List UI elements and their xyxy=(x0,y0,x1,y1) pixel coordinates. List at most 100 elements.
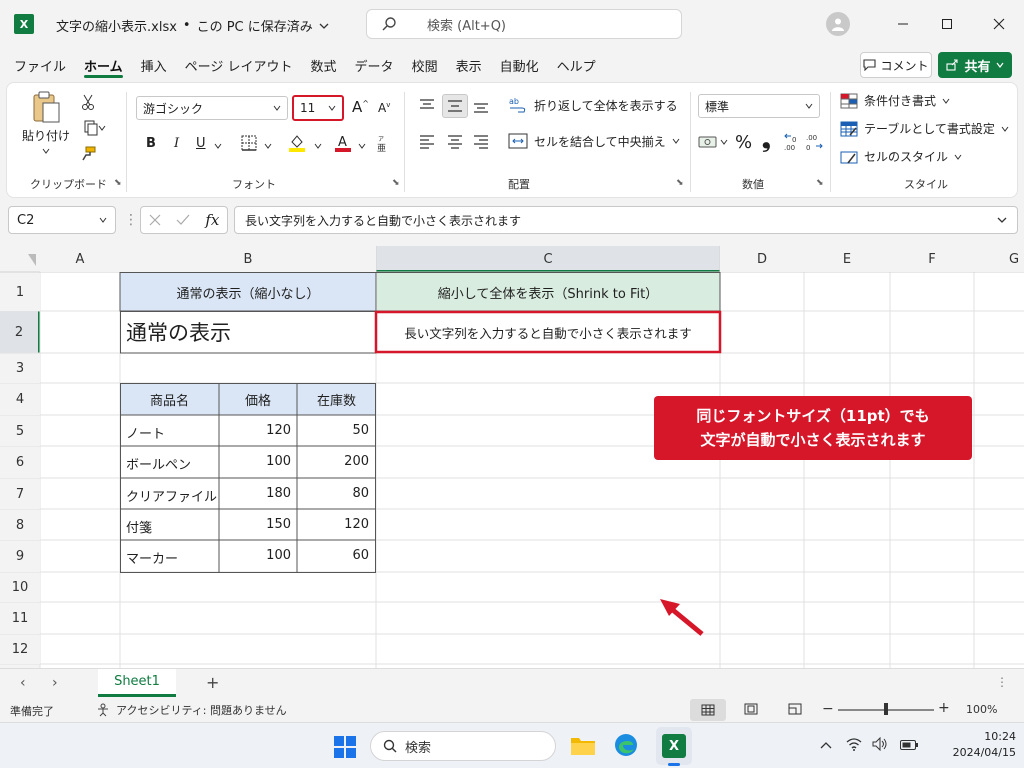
table-cell-stock[interactable]: 120 xyxy=(297,517,369,532)
table-cell-price[interactable]: 100 xyxy=(219,548,291,563)
comma-style-button[interactable]: ❟ xyxy=(762,128,771,153)
clipboard-dialog-launcher[interactable]: ⬊ xyxy=(114,178,122,188)
name-box[interactable]: C2 xyxy=(8,206,116,234)
add-sheet-button[interactable]: + xyxy=(206,673,219,692)
font-name-select[interactable]: 游ゴシック xyxy=(136,96,288,120)
table-cell-stock[interactable]: 50 xyxy=(297,423,369,438)
file-explorer-button[interactable] xyxy=(570,734,596,759)
row-header-3[interactable]: 3 xyxy=(0,354,40,383)
insert-function-button[interactable]: fx xyxy=(205,211,219,229)
decrease-decimal-button[interactable]: .00 0 xyxy=(806,132,824,155)
number-format-select[interactable]: 標準 xyxy=(698,94,820,118)
format-painter-button[interactable] xyxy=(78,144,98,164)
battery-icon[interactable] xyxy=(900,739,918,753)
row-header-10[interactable]: 10 xyxy=(0,573,40,602)
tab-review[interactable]: 校閲 xyxy=(412,50,438,80)
tab-formulas[interactable]: 数式 xyxy=(311,50,337,80)
bold-button[interactable]: B xyxy=(146,136,156,151)
cell-b2[interactable]: 通常の表示 xyxy=(126,318,374,348)
align-center-button[interactable] xyxy=(446,134,464,153)
maximize-button[interactable] xyxy=(932,14,962,34)
cell-c1[interactable]: 縮小して全体を表示（Shrink to Fit） xyxy=(376,273,720,311)
italic-button[interactable]: I xyxy=(174,136,179,151)
row-header-1[interactable]: 1 xyxy=(0,273,40,311)
cut-button[interactable] xyxy=(78,92,98,112)
table-cell-stock[interactable]: 60 xyxy=(297,548,369,563)
table-cell-price[interactable]: 150 xyxy=(219,517,291,532)
format-as-table-button[interactable]: テーブルとして書式設定 xyxy=(840,120,1009,137)
grow-font-button[interactable]: A^ xyxy=(352,98,369,116)
wifi-icon[interactable] xyxy=(846,737,862,754)
table-cell-name[interactable]: ノート xyxy=(126,423,165,442)
table-header-name[interactable]: 商品名 xyxy=(120,384,219,415)
table-cell-price[interactable]: 180 xyxy=(219,486,291,501)
account-avatar[interactable] xyxy=(826,12,850,36)
cell-styles-button[interactable]: セルのスタイル xyxy=(840,148,962,165)
row-header-5[interactable]: 5 xyxy=(0,416,40,446)
sheet-options-icon[interactable]: ⋮ xyxy=(996,675,1008,689)
cancel-edit-icon[interactable] xyxy=(149,214,161,226)
zoom-slider-thumb[interactable] xyxy=(884,703,888,715)
fill-color-button[interactable] xyxy=(288,133,306,156)
page-break-view-button[interactable] xyxy=(788,703,802,718)
start-button[interactable] xyxy=(334,736,356,761)
fill-color-dropdown[interactable] xyxy=(314,139,322,153)
table-cell-name[interactable]: ボールペン xyxy=(126,454,191,473)
phonetic-guide-button[interactable]: ア亜 xyxy=(376,134,390,154)
table-header-price[interactable]: 価格 xyxy=(219,384,297,415)
zoom-in-button[interactable]: + xyxy=(938,700,950,716)
cell-c2[interactable]: 長い文字列を入力すると自動で小さく表示されます xyxy=(378,314,718,350)
search-input[interactable]: 検索 (Alt+Q) xyxy=(366,9,682,39)
borders-dropdown[interactable] xyxy=(264,139,272,153)
row-header-4[interactable]: 4 xyxy=(0,384,40,415)
page-layout-view-button[interactable] xyxy=(744,703,758,718)
font-color-dropdown[interactable] xyxy=(358,139,366,153)
table-cell-price[interactable]: 120 xyxy=(219,423,291,438)
currency-format-button[interactable] xyxy=(698,134,728,150)
normal-view-button[interactable] xyxy=(690,699,726,721)
table-cell-stock[interactable]: 80 xyxy=(297,486,369,501)
zoom-level[interactable]: 100% xyxy=(966,703,997,716)
accessibility-status[interactable]: アクセシビリティ: 問題ありません xyxy=(96,702,287,718)
tab-view[interactable]: 表示 xyxy=(456,50,482,80)
number-dialog-launcher[interactable]: ⬊ xyxy=(816,178,824,188)
tab-automate[interactable]: 自動化 xyxy=(500,50,539,80)
column-header-e[interactable]: E xyxy=(804,246,890,272)
increase-decimal-button[interactable]: .00 0 xyxy=(784,132,802,155)
column-header-d[interactable]: D xyxy=(720,246,804,272)
formula-input[interactable]: 長い文字列を入力すると自動で小さく表示されます xyxy=(234,206,1018,234)
align-middle-button[interactable] xyxy=(442,94,468,118)
excel-taskbar-button[interactable]: X xyxy=(656,727,692,765)
wrap-text-button[interactable]: ab 折り返して全体を表示する xyxy=(508,96,678,114)
font-dialog-launcher[interactable]: ⬊ xyxy=(392,178,400,188)
borders-button[interactable] xyxy=(240,134,258,155)
clock[interactable]: 10:24 2024/04/15 xyxy=(936,729,1016,761)
formula-bar-grip[interactable]: ⋮ xyxy=(124,212,138,228)
share-button[interactable]: 共有 xyxy=(938,52,1012,78)
row-header-7[interactable]: 7 xyxy=(0,479,40,509)
alignment-dialog-launcher[interactable]: ⬊ xyxy=(676,178,684,188)
document-title[interactable]: 文字の縮小表示.xlsx • この PC に保存済み xyxy=(56,16,329,35)
comment-button[interactable]: コメント xyxy=(860,52,932,78)
column-header-f[interactable]: F xyxy=(890,246,974,272)
table-header-stock[interactable]: 在庫数 xyxy=(297,384,376,415)
underline-button[interactable]: U xyxy=(196,136,206,151)
row-header-6[interactable]: 6 xyxy=(0,447,40,478)
column-header-c[interactable]: C xyxy=(376,246,720,272)
table-cell-name[interactable]: クリアファイル xyxy=(126,486,218,505)
align-left-button[interactable] xyxy=(418,134,436,153)
row-header-2[interactable]: 2 xyxy=(0,312,38,352)
table-cell-price[interactable]: 100 xyxy=(219,454,291,469)
column-header-g[interactable]: G xyxy=(974,246,1024,272)
zoom-out-button[interactable]: − xyxy=(822,701,834,717)
table-cell-stock[interactable]: 200 xyxy=(297,454,369,469)
cell-b1[interactable]: 通常の表示（縮小なし） xyxy=(120,273,376,311)
tab-file[interactable]: ファイル xyxy=(14,50,66,80)
volume-icon[interactable] xyxy=(872,736,888,754)
underline-dropdown[interactable] xyxy=(214,139,222,153)
minimize-button[interactable] xyxy=(888,14,918,34)
row-header-8[interactable]: 8 xyxy=(0,510,40,540)
scroll-sheets-left[interactable]: ‹ xyxy=(20,675,26,691)
font-size-select[interactable]: 11 xyxy=(292,95,344,121)
paste-button[interactable]: 貼り付け xyxy=(22,90,70,162)
